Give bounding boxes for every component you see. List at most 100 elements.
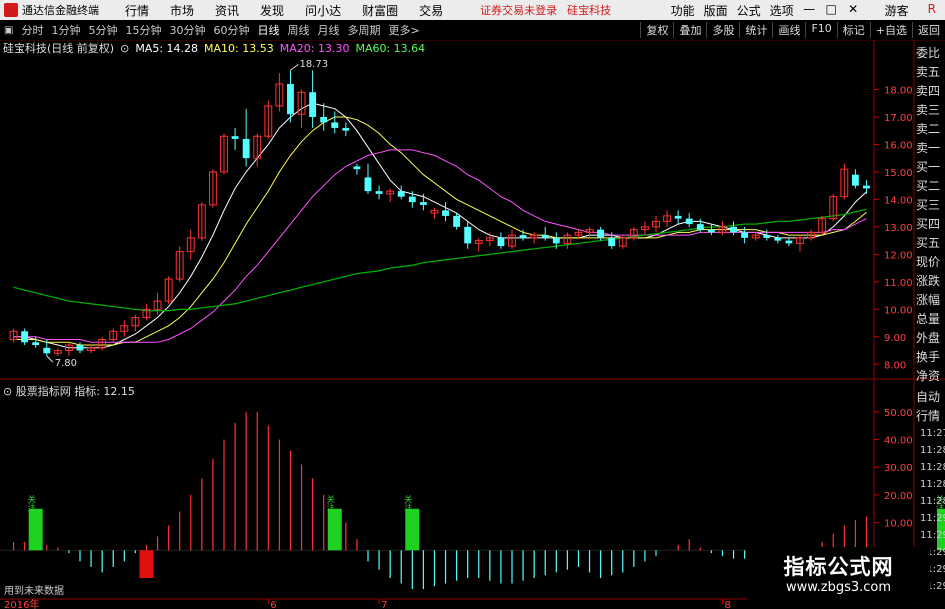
candle-body	[375, 191, 383, 194]
candle-body	[453, 215, 461, 227]
candle-body	[397, 191, 405, 197]
indicator-tick-label: 10.00	[884, 519, 913, 530]
menu-layout[interactable]: 版面	[704, 2, 728, 19]
candle-body	[730, 226, 737, 233]
maximize-button[interactable]: □	[825, 2, 838, 19]
candle-body	[287, 83, 294, 115]
candle-body	[674, 215, 682, 219]
adjust-button[interactable]: 复权	[640, 22, 673, 38]
menu-bar: 通达信金融终端 行情 市场 资讯 发现 问小达 财富圈 交易 证券交易未登录 硅…	[0, 0, 945, 20]
menu-options[interactable]: 选项	[770, 2, 794, 19]
time-item: 11:29	[920, 530, 945, 541]
auto-label[interactable]: 自动	[916, 388, 945, 407]
tab-1min[interactable]: 1分钟	[51, 22, 80, 38]
sell-signal-bar	[139, 550, 154, 578]
candle-body	[231, 136, 239, 139]
price-tick-label: 15.00	[884, 168, 913, 179]
login-warning[interactable]: 证券交易未登录	[480, 2, 557, 18]
back-button[interactable]: 返回	[912, 22, 945, 38]
side-label: 涨跌	[916, 274, 941, 288]
price-tick-label: 12.00	[884, 250, 913, 261]
candle-body	[774, 237, 782, 241]
f10-button[interactable]: F10	[805, 22, 836, 38]
tab-15min[interactable]: 15分钟	[125, 22, 161, 38]
candle-body	[464, 226, 472, 244]
side-label: 卖三	[916, 103, 941, 117]
candle-body	[442, 210, 449, 216]
candle-body	[32, 342, 40, 346]
menu-news[interactable]: 资讯	[215, 2, 239, 19]
menu-formula[interactable]: 公式	[737, 2, 761, 19]
menu-quotes[interactable]: 行情	[125, 2, 149, 19]
tab-multi-period[interactable]: 多周期	[347, 22, 380, 38]
price-tick-label: 13.00	[884, 223, 913, 234]
menu-function[interactable]: 功能	[671, 2, 695, 19]
time-item: 11:28	[920, 496, 945, 507]
side-label: 卖四	[916, 84, 941, 98]
buy-signal-bar	[28, 508, 43, 551]
buy-signal-label: 关注	[404, 494, 413, 512]
tab-more[interactable]: 更多>	[388, 22, 419, 38]
candle-body	[309, 92, 317, 117]
auto-quote-panel: 自动 行情	[916, 388, 945, 426]
close-button[interactable]: ✕	[847, 2, 860, 19]
ma-info-bar: 硅宝科技(日线 前复权) ⊙ MA5: 14.28 MA10: 13.53 MA…	[0, 40, 431, 56]
candle-body	[851, 174, 859, 186]
high-price-label: 18.73	[299, 59, 328, 70]
buy-signal-bar	[327, 508, 342, 551]
menu-wealth[interactable]: 财富圈	[362, 2, 398, 19]
low-marker	[46, 355, 54, 363]
price-tick-label: 9.00	[884, 333, 906, 344]
side-label: 卖五	[916, 65, 941, 79]
tab-monthly[interactable]: 月线	[317, 22, 339, 38]
quote-label[interactable]: 行情	[916, 407, 945, 426]
quote-side-panel: 委比 卖五 卖四 卖三 卖二 卖一 买一 买二 买三 买四 买五 现价 涨跌 涨…	[916, 44, 945, 386]
settings-icon[interactable]: ⊙	[3, 385, 12, 398]
candle-body	[43, 347, 51, 354]
candle-body	[685, 218, 693, 225]
ma5-label: MA5: 14.28	[135, 41, 199, 55]
indicator-tick-label: 40.00	[884, 436, 913, 447]
tab-5min[interactable]: 5分钟	[88, 22, 117, 38]
watermark-url: www.zbgs3.com	[785, 580, 892, 595]
settings-icon[interactable]: ⊙	[120, 42, 129, 55]
tab-weekly[interactable]: 周线	[287, 22, 309, 38]
ma60-label: MA60: 13.64	[355, 41, 426, 55]
overlay-button[interactable]: 叠加	[673, 22, 706, 38]
candle-body	[497, 237, 505, 247]
menu-trade[interactable]: 交易	[419, 2, 443, 19]
time-item: 11:27	[920, 428, 945, 439]
side-label: 涨幅	[916, 293, 941, 307]
candle-body	[608, 237, 616, 247]
app-logo-icon	[4, 3, 18, 17]
add-favorite-button[interactable]: +自选	[869, 22, 912, 38]
candle-body	[519, 235, 527, 238]
tab-intraday[interactable]: 分时	[21, 22, 43, 38]
stats-button[interactable]: 统计	[739, 22, 772, 38]
stock-name: 硅宝科技	[567, 4, 612, 17]
price-tick-label: 18.00	[884, 85, 913, 96]
x-axis-year-label: 2016年	[4, 598, 39, 609]
side-label: 现价	[916, 255, 941, 269]
tab-daily[interactable]: 日线	[257, 22, 279, 38]
app-title: 通达信金融终端	[22, 4, 99, 17]
minimize-button[interactable]: —	[803, 2, 816, 19]
candle-body	[353, 166, 361, 170]
mark-button[interactable]: 标记	[836, 22, 870, 38]
side-label: 买三	[916, 198, 941, 212]
tab-30min[interactable]: 30分钟	[169, 22, 205, 38]
ma10-label: MA10: 13.53	[204, 41, 274, 55]
chart-area[interactable]: 18.00 17.00 16.00 15.00 14.00 13.00 12.00 11.00…	[0, 38, 945, 609]
multi-stock-button[interactable]: 多股	[706, 22, 739, 38]
side-label: 总量	[916, 312, 941, 326]
ma20-label: MA20: 13.30	[279, 41, 350, 55]
candle-body	[320, 116, 328, 123]
menu-market[interactable]: 市场	[170, 2, 194, 19]
draw-button[interactable]: 画线	[772, 22, 805, 38]
menu-ask[interactable]: 问小达	[305, 2, 341, 19]
menu-discover[interactable]: 发现	[260, 2, 284, 19]
user-label[interactable]: 游客	[885, 2, 909, 19]
tab-60min[interactable]: 60分钟	[213, 22, 249, 38]
candle-body	[541, 235, 549, 238]
square-icon[interactable]: ▣	[4, 25, 13, 36]
